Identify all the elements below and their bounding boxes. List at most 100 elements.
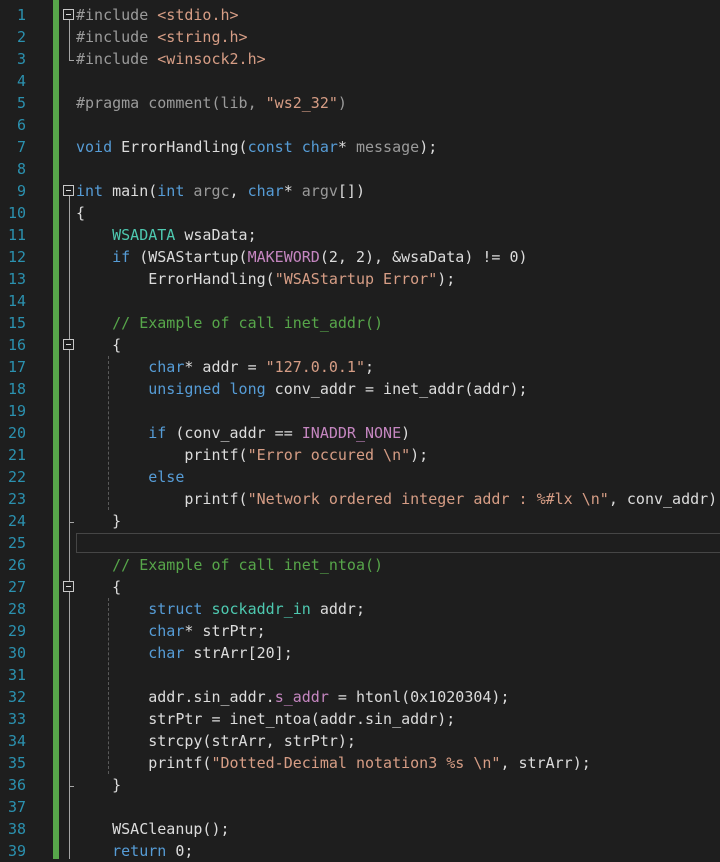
- code-line[interactable]: 37: [0, 796, 720, 818]
- code-token: struct: [148, 600, 203, 618]
- line-number: 29: [7, 622, 26, 640]
- code-line[interactable]: 6: [0, 114, 720, 136]
- code-line[interactable]: 3 #include <winsock2.h>: [0, 48, 720, 70]
- line-number: 8: [16, 160, 26, 178]
- code-text: {: [76, 577, 121, 597]
- code-token: long: [229, 380, 266, 398]
- code-line[interactable]: 26 // Example of call inet_ntoa(): [0, 554, 720, 576]
- fold-rail: [69, 20, 70, 60]
- collapse-toggle-icon[interactable]: [63, 581, 74, 592]
- fold-rail: [69, 592, 70, 786]
- code-text: #include <stdio.h>: [76, 5, 239, 25]
- code-text: printf("Error occured \n");: [76, 445, 428, 465]
- code-line[interactable]: 36 }: [0, 774, 720, 796]
- code-text: // Example of call inet_addr(): [76, 313, 383, 333]
- collapse-toggle-icon[interactable]: [63, 9, 74, 20]
- code-token: }: [76, 512, 122, 530]
- code-token: "WSAStartup Error": [274, 270, 438, 288]
- code-line[interactable]: 7 void ErrorHandling(const char* message)…: [0, 136, 720, 158]
- code-line[interactable]: 24 }: [0, 510, 720, 532]
- line-number: 19: [7, 402, 26, 420]
- code-token: printf(: [76, 446, 248, 464]
- code-text: printf("Network ordered integer addr : %…: [76, 489, 720, 509]
- code-token: * strPtr;: [184, 622, 266, 640]
- line-number: 33: [7, 710, 26, 728]
- code-line[interactable]: 14: [0, 290, 720, 312]
- code-token: *: [337, 138, 356, 156]
- code-token: <string.h>: [157, 28, 248, 46]
- code-token: // Example of call inet_addr(): [76, 314, 384, 332]
- code-line[interactable]: 1 #include <stdio.h>: [0, 4, 720, 26]
- line-number: 21: [7, 446, 26, 464]
- code-text: if (conv_addr == INADDR_NONE): [76, 423, 410, 443]
- line-number: 2: [16, 28, 26, 46]
- code-token: <winsock2.h>: [157, 50, 266, 68]
- code-line[interactable]: 27 {: [0, 576, 720, 598]
- code-token: void: [76, 138, 113, 156]
- code-token: 0;: [166, 842, 194, 860]
- fold-end-marker: [69, 786, 74, 787]
- fold-end-marker: [69, 60, 74, 61]
- code-token: <stdio.h>: [157, 6, 239, 24]
- code-token: int: [157, 182, 185, 200]
- collapse-toggle-icon[interactable]: [63, 185, 74, 196]
- code-token: wsaData;: [175, 226, 257, 244]
- code-line[interactable]: 10 {: [0, 202, 720, 224]
- line-number: 38: [7, 820, 26, 838]
- code-token: char: [247, 182, 284, 200]
- code-token: []): [337, 182, 365, 200]
- line-number: 6: [16, 116, 26, 134]
- code-line[interactable]: 2 #include <string.h>: [0, 26, 720, 48]
- code-line[interactable]: 15 // Example of call inet_addr(): [0, 312, 720, 334]
- code-token: ErrorHandling(: [76, 270, 275, 288]
- code-token: if: [112, 248, 131, 266]
- code-line[interactable]: 4: [0, 70, 720, 92]
- code-token: );: [410, 446, 429, 464]
- code-token: #include: [76, 6, 158, 24]
- code-text: addr.sin_addr.s_addr = htonl(0x1020304);: [76, 687, 510, 707]
- line-number: 37: [7, 798, 26, 816]
- code-token: ;: [365, 358, 375, 376]
- indent-guide: [108, 598, 109, 774]
- code-text: #include <winsock2.h>: [76, 49, 266, 69]
- code-token: = htonl(0x1020304);: [328, 688, 510, 706]
- line-number: 28: [7, 600, 26, 618]
- code-text: strPtr = inet_ntoa(addr.sin_addr);: [76, 709, 455, 729]
- line-number: 35: [7, 754, 26, 772]
- code-text: int main(int argc, char* argv[]): [76, 181, 365, 201]
- code-line[interactable]: 38 WSACleanup();: [0, 818, 720, 840]
- code-line[interactable]: 9 int main(int argc, char* argv[]): [0, 180, 720, 202]
- code-line[interactable]: 25: [0, 532, 720, 554]
- code-token: ,: [229, 182, 248, 200]
- code-token: char: [301, 138, 338, 156]
- code-line[interactable]: 5 #pragma comment(lib, "ws2_32"): [0, 92, 720, 114]
- collapse-toggle-icon[interactable]: [63, 339, 74, 350]
- code-text: char* strPtr;: [76, 621, 266, 641]
- code-token: printf(: [76, 490, 248, 508]
- code-line[interactable]: 8: [0, 158, 720, 180]
- code-token: char: [148, 358, 185, 376]
- code-text: return 0;: [76, 841, 193, 861]
- code-token: strArr[20];: [184, 644, 293, 662]
- code-line[interactable]: 13 ErrorHandling("WSAStartup Error");: [0, 268, 720, 290]
- code-editor[interactable]: 1 #include <stdio.h> 2 #include <string.h> 3…: [0, 0, 720, 861]
- code-line[interactable]: 16 {: [0, 334, 720, 356]
- code-token: unsigned: [148, 380, 221, 398]
- code-token: addr.sin_addr.: [76, 688, 275, 706]
- code-text: void ErrorHandling(const char* message);: [76, 137, 437, 157]
- code-line[interactable]: 11 WSADATA wsaData;: [0, 224, 720, 246]
- code-line[interactable]: 12 if (WSAStartup(MAKEWORD(2, 2), &wsaDa…: [0, 246, 720, 268]
- code-token: "Error occured \n": [247, 446, 411, 464]
- line-number: 24: [7, 512, 26, 530]
- line-number: 26: [7, 556, 26, 574]
- code-token: {: [76, 204, 86, 222]
- line-number: 18: [7, 380, 26, 398]
- code-token: WSACleanup();: [76, 820, 230, 838]
- code-token: #include: [76, 28, 158, 46]
- code-text: WSACleanup();: [76, 819, 230, 839]
- line-number: 17: [7, 358, 26, 376]
- code-token: addr;: [310, 600, 365, 618]
- code-token: );: [419, 138, 438, 156]
- line-number: 39: [7, 842, 26, 860]
